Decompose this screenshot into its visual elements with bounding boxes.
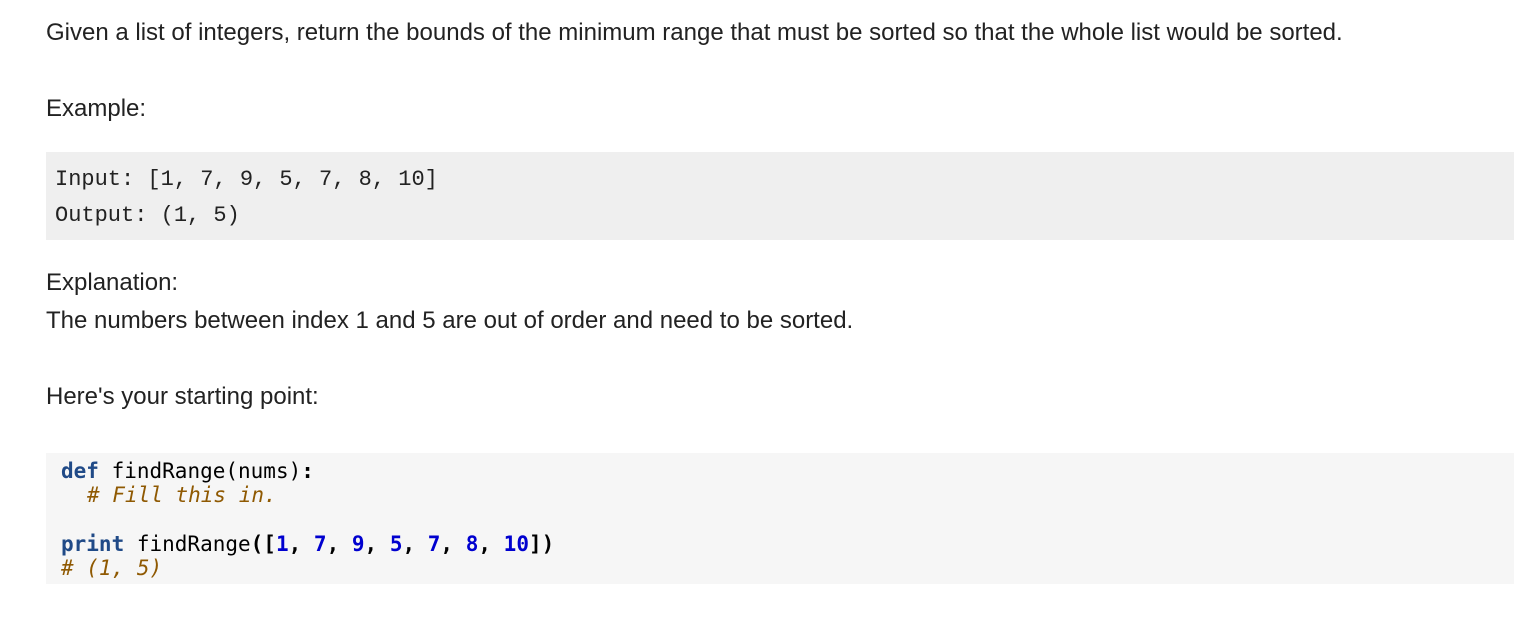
problem-statement: Given a list of integers, return the bou… xyxy=(46,19,1343,46)
code-line-def: def findRange(nums): xyxy=(61,459,314,484)
argument-separator: , xyxy=(478,532,504,556)
def-keyword: def xyxy=(61,459,99,483)
function-signature: findRange(nums) xyxy=(98,459,302,483)
call-argument-number: 9 xyxy=(351,532,365,556)
signature-colon: : xyxy=(301,459,314,483)
argument-separator: , xyxy=(440,532,466,556)
call-argument-number: 8 xyxy=(465,532,479,556)
result-comment: # (1, 5) xyxy=(61,556,163,580)
body-comment: # Fill this in. xyxy=(87,483,277,507)
code-line-comment: # Fill this in. xyxy=(61,483,277,508)
argument-separator: , xyxy=(402,532,428,556)
code-line-print: print findRange([1, 7, 9, 5, 7, 8, 10]) xyxy=(61,532,554,557)
starting-point-heading: Here's your starting point: xyxy=(46,383,319,410)
argument-separator: , xyxy=(326,532,352,556)
call-close: ]) xyxy=(528,532,555,556)
call-argument-number: 10 xyxy=(503,532,529,556)
call-argument-number: 5 xyxy=(389,532,403,556)
call-argument-number: 7 xyxy=(427,532,441,556)
example-heading: Example: xyxy=(46,95,147,122)
call-open: ([ xyxy=(250,532,276,556)
example-block: Input: [1, 7, 9, 5, 7, 8, 10] Output: (1… xyxy=(46,152,1514,240)
explanation-text: The numbers between index 1 and 5 are ou… xyxy=(46,307,854,334)
call-argument-number: 1 xyxy=(275,532,289,556)
code-block: def findRange(nums): # Fill this in. pri… xyxy=(46,453,1514,584)
call-arguments: 1, 7, 9, 5, 7, 8, 10 xyxy=(276,532,529,556)
example-output: Output: (1, 5) xyxy=(55,203,240,228)
explanation-heading: Explanation: xyxy=(46,269,179,296)
argument-separator: , xyxy=(364,532,390,556)
call-name: findRange xyxy=(124,532,251,556)
problem-page: Given a list of integers, return the bou… xyxy=(46,0,1514,642)
call-argument-number: 7 xyxy=(313,532,327,556)
print-keyword: print xyxy=(61,532,125,556)
example-input: Input: [1, 7, 9, 5, 7, 8, 10] xyxy=(55,167,438,192)
code-line-result: # (1, 5) xyxy=(61,556,162,581)
argument-separator: , xyxy=(288,532,314,556)
